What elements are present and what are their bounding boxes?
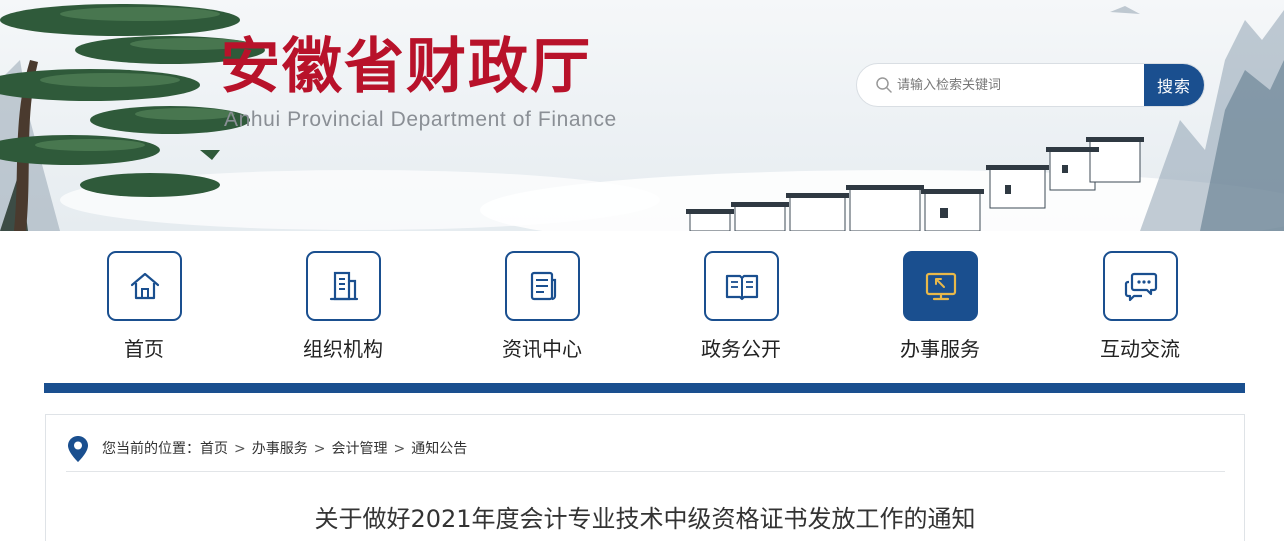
nav-label: 办事服务 [900, 337, 980, 361]
search-bar: 搜索 [856, 63, 1205, 107]
nav-item-news-center[interactable]: 资讯中心 [472, 251, 612, 366]
breadcrumb: 您当前的位置：首页 > 办事服务 > 会计管理 > 通知公告 [102, 439, 467, 459]
search-input[interactable] [897, 64, 1145, 106]
nav-icon-box [1103, 251, 1178, 321]
chat-bubbles-icon [1124, 272, 1157, 302]
building-icon [329, 271, 358, 301]
landscape-illustration [0, 4, 1284, 231]
nav-item-home[interactable]: 首页 [74, 251, 214, 366]
breadcrumb-separator: > [393, 441, 406, 457]
breadcrumb-item-notices[interactable]: 通知公告 [411, 441, 467, 457]
nav-item-interaction[interactable]: 互动交流 [1070, 251, 1210, 366]
nav-icon-box [107, 251, 182, 321]
search-icon [876, 77, 892, 93]
nav-label: 组织机构 [303, 337, 383, 361]
main-navigation: 首页 组织机构 资讯中心 政务公开 办事服务 互动交流 [0, 231, 1284, 381]
news-icon [530, 271, 556, 301]
article-title: 关于做好2021年度会计专业技术中级资格证书发放工作的通知 [314, 505, 976, 533]
nav-label: 首页 [124, 337, 164, 361]
nav-label: 互动交流 [1100, 337, 1180, 361]
monitor-icon [925, 272, 956, 301]
nav-item-government-affairs[interactable]: 政务公开 [671, 251, 811, 366]
breadcrumb-divider [66, 471, 1225, 472]
search-button[interactable]: 搜索 [1144, 64, 1204, 106]
location-pin-icon [68, 436, 88, 462]
breadcrumb-item-accounting[interactable]: 会计管理 [331, 441, 387, 457]
nav-label: 政务公开 [701, 337, 781, 361]
home-icon [130, 272, 159, 300]
nav-item-services[interactable]: 办事服务 [870, 251, 1010, 366]
breadcrumb-item-services[interactable]: 办事服务 [252, 441, 308, 457]
breadcrumb-separator: > [234, 441, 246, 457]
nav-divider-bar [44, 383, 1245, 393]
site-logo-chinese[interactable]: 安徽省财政厅 [220, 30, 592, 104]
breadcrumb-separator: > [313, 441, 326, 457]
nav-icon-box [903, 251, 978, 321]
site-banner: 安徽省财政厅 Anhui Provincial Department of Fi… [0, 0, 1284, 231]
nav-icon-box [505, 251, 580, 321]
article-panel: 您当前的位置：首页 > 办事服务 > 会计管理 > 通知公告 关于做好2021年度会计专业技… [45, 414, 1245, 541]
nav-item-organization[interactable]: 组织机构 [273, 251, 413, 366]
nav-icon-box [306, 251, 381, 321]
breadcrumb-item-home[interactable]: 首页 [200, 441, 228, 457]
nav-icon-box [704, 251, 779, 321]
nav-label: 资讯中心 [502, 337, 582, 361]
site-logo-english: Anhui Provincial Department of Finance [224, 108, 617, 131]
breadcrumb-prefix: 您当前的位置： [102, 441, 200, 457]
open-book-icon [725, 274, 758, 301]
